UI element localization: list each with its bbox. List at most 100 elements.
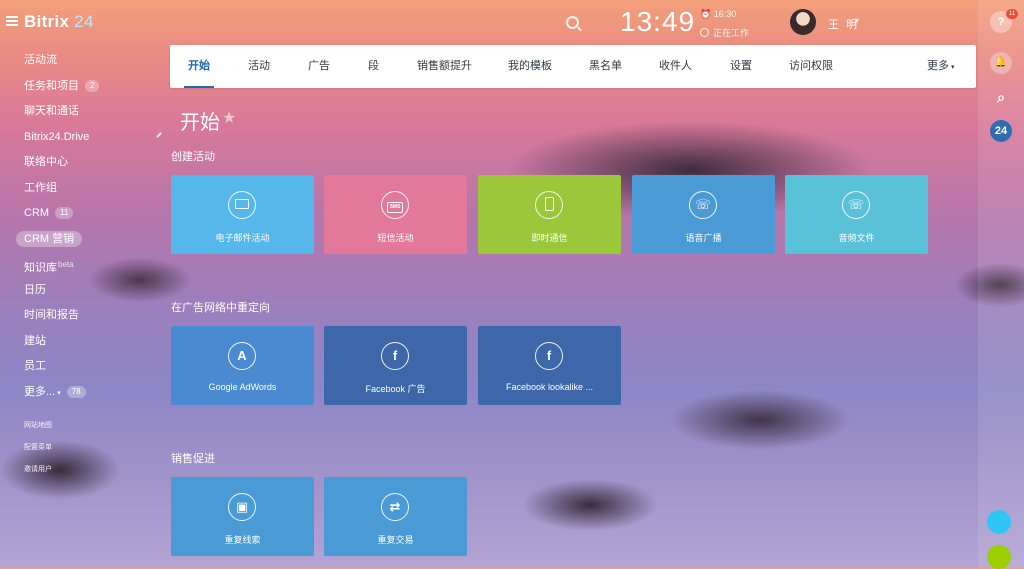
menu-item-label: 更多... <box>24 385 56 398</box>
bell-icon[interactable]: 🔔 <box>990 52 1012 74</box>
tile-label: 音频文件 <box>838 233 875 243</box>
menu-item-calendar[interactable]: 日历 <box>0 278 170 304</box>
tab-start[interactable]: 开始 <box>184 45 214 88</box>
facebook-icon: f <box>381 342 409 370</box>
counter-badge: 11 <box>55 207 74 219</box>
counter-badge: 2 <box>85 79 100 92</box>
menu-item-label: Bitrix24.Drive <box>24 130 90 143</box>
tile-google-adwords[interactable]: A Google AdWords <box>171 326 314 405</box>
chevron-down-icon[interactable]: ▾ <box>855 16 859 25</box>
pencil-icon[interactable] <box>156 131 162 138</box>
top-bar: Bitrix 24 13:49 ⏰ 16:30 正在工作 王 明 ▾ <box>0 0 1024 44</box>
menu-item-drive[interactable]: Bitrix24.Drive <box>0 125 170 151</box>
tab-more-label: 更多 <box>927 60 949 72</box>
tile-label: 重复交易 <box>377 535 414 545</box>
menu-item-employees[interactable]: 员工 <box>0 354 170 380</box>
tile-email-campaign[interactable]: 电子邮件活动 <box>171 175 314 254</box>
beta-label: beta <box>58 260 74 269</box>
logo[interactable]: Bitrix 24 <box>24 12 94 32</box>
avatar[interactable] <box>790 9 816 35</box>
tab-my-templates[interactable]: 我的模板 <box>508 45 552 88</box>
tab-segments[interactable]: 段 <box>368 45 379 88</box>
tab-more[interactable]: 更多 ▾ <box>927 45 955 88</box>
menu-toggle-icon[interactable] <box>6 16 18 26</box>
email-icon <box>228 191 256 219</box>
tile-sms-campaign[interactable]: SMS 短信活动 <box>324 175 467 254</box>
section-title: 销售促进 <box>171 453 215 465</box>
logo-suffix: 24 <box>69 12 94 31</box>
menu-item-crm[interactable]: CRM 11 <box>0 201 170 227</box>
messenger-icon <box>535 191 563 219</box>
menu-item-sites[interactable]: 建站 <box>0 329 170 355</box>
tile-label: Google AdWords <box>208 382 277 392</box>
search-icon[interactable]: ⌕ <box>990 86 1012 108</box>
menu-item-label: 任务和项目 <box>24 79 79 92</box>
chevron-down-icon: ▾ <box>57 389 61 397</box>
menu-item-more[interactable]: 更多... ▾ 78 <box>0 380 170 406</box>
tab-settings[interactable]: 设置 <box>730 45 752 88</box>
menu-item-label: CRM <box>24 207 50 219</box>
menu-item-label: 员工 <box>24 360 46 372</box>
tile-label: Facebook lookalike ... <box>505 382 594 392</box>
left-menu: 活动流 任务和项目 2 聊天和通话 Bitrix24.Drive 联络中心 工作组… <box>0 48 170 481</box>
tile-facebook-lookalike[interactable]: f Facebook lookalike ... <box>478 326 621 405</box>
tile-messenger[interactable]: 即时通信 <box>478 175 621 254</box>
tile-label: 语音广播 <box>685 233 722 243</box>
tab-sales-boost[interactable]: 销售额提升 <box>417 45 472 88</box>
tile-label: 短信活动 <box>377 233 414 243</box>
menu-item-label: 知识库 <box>24 262 57 274</box>
tab-campaigns[interactable]: 活动 <box>248 45 270 88</box>
tab-bar: 开始 活动 广告 段 销售额提升 我的模板 黑名单 收件人 设置 访问权限 更多… <box>170 45 976 88</box>
tile-label: Facebook 广告 <box>365 384 426 394</box>
menu-item-contact-center[interactable]: 联络中心 <box>0 150 170 176</box>
tab-blacklist[interactable]: 黑名单 <box>589 45 622 88</box>
work-status-label: 正在工作 <box>713 28 750 38</box>
clock[interactable]: 13:49 <box>620 6 695 38</box>
menu-link-configure-menu[interactable]: 配置菜单 <box>0 437 170 459</box>
tab-ads[interactable]: 广告 <box>308 45 330 88</box>
menu-item-label: 时间和报告 <box>24 309 79 321</box>
logo-text: Bitrix <box>24 12 70 31</box>
menu-item-tasks[interactable]: 任务和项目 2 <box>0 74 170 100</box>
counter-badge: 78 <box>66 385 86 398</box>
sms-icon-text: SMS <box>387 202 403 213</box>
status-icon <box>700 28 709 37</box>
bitrix24-icon[interactable]: 24 <box>990 120 1012 142</box>
menu-item-label: 活动流 <box>24 54 57 66</box>
menu-link-sitemap[interactable]: 网站地图 <box>0 415 170 437</box>
tile-label: 即时通信 <box>531 233 568 243</box>
chat-bubble-icon[interactable] <box>987 510 1011 534</box>
menu-item-label: 聊天和通话 <box>24 105 79 117</box>
tile-facebook-ads[interactable]: f Facebook 广告 <box>324 326 467 405</box>
phone-call-icon[interactable] <box>987 545 1011 569</box>
star-icon[interactable]: ★ <box>222 108 236 128</box>
menu-item-crm-marketing[interactable]: CRM 营销 <box>0 227 170 253</box>
tile-repeat-lead[interactable]: ▣ 重复线索 <box>171 477 314 556</box>
menu-link-invite-users[interactable]: 邀请用户 <box>0 459 170 481</box>
menu-item-activity-stream[interactable]: 活动流 <box>0 48 170 74</box>
menu-item-knowledge-base[interactable]: 知识库beta <box>0 252 170 278</box>
tile-audio-file[interactable]: ☏ 音频文件 <box>785 175 928 254</box>
search-icon[interactable] <box>566 16 579 29</box>
menu-item-time-reports[interactable]: 时间和报告 <box>0 303 170 329</box>
menu-item-label: 联络中心 <box>24 156 68 168</box>
repeat-deal-icon: ⇄ <box>381 493 409 521</box>
menu-item-workgroups[interactable]: 工作组 <box>0 176 170 202</box>
voice-broadcast-icon: ☏ <box>689 191 717 219</box>
adwords-icon: A <box>228 342 256 370</box>
notification-badge: 11 <box>1006 9 1019 19</box>
section-title: 在广告网络中重定向 <box>171 302 270 314</box>
tile-voice-broadcast[interactable]: ☏ 语音广播 <box>632 175 775 254</box>
tab-recipients[interactable]: 收件人 <box>659 45 692 88</box>
section-title: 创建活动 <box>171 151 215 163</box>
tile-repeat-deal[interactable]: ⇄ 重复交易 <box>324 477 467 556</box>
menu-item-label: 建站 <box>24 334 46 347</box>
page-title: 开始 <box>180 112 220 134</box>
alarm-time[interactable]: ⏰ 16:30 <box>700 9 736 20</box>
menu-item-label: CRM 营销 <box>16 230 83 247</box>
work-status[interactable]: 正在工作 <box>700 26 749 39</box>
menu-item-chat[interactable]: 聊天和通话 <box>0 99 170 125</box>
menu-item-label: 日历 <box>24 283 46 296</box>
audio-file-icon: ☏ <box>842 191 870 219</box>
tab-access-rights[interactable]: 访问权限 <box>789 45 833 88</box>
